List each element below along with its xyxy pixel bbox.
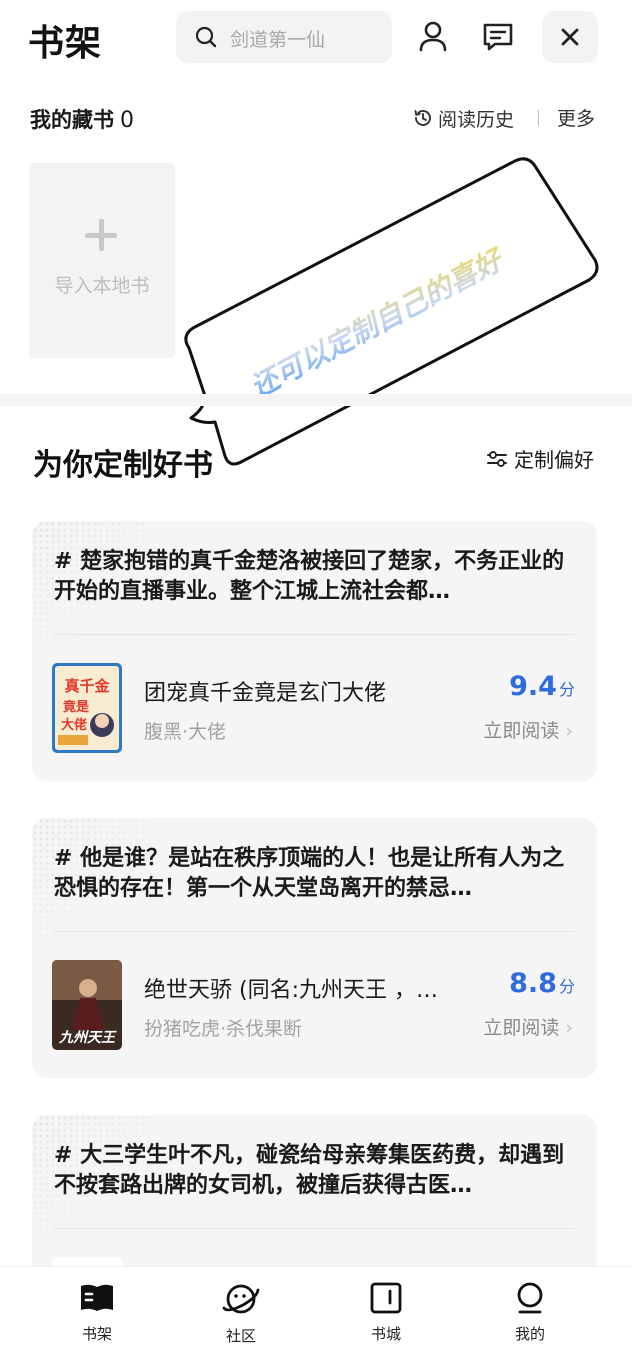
sliders-icon: [487, 450, 507, 467]
book-tags: 腹黑·大佬: [144, 721, 227, 743]
book-cover[interactable]: 真千金 竟是 大佬: [52, 663, 122, 753]
more-link[interactable]: 更多: [557, 104, 595, 131]
book-description: # 楚家抱错的真千金楚洛被接回了楚家，不务正业的开始的直播事业。整个江城上流社会…: [54, 549, 565, 604]
user-icon[interactable]: [415, 18, 451, 54]
profile-icon: [517, 1282, 543, 1314]
book-tags: 扮猪吃虎·杀伐果断: [144, 1018, 303, 1040]
score-value: 8.8: [509, 968, 557, 999]
tab-label: 我的: [514, 1325, 545, 1343]
read-now-button[interactable]: 立即阅读 ›: [483, 1013, 573, 1040]
chevron-right-icon: ›: [565, 720, 573, 742]
customize-preference-label: 定制偏好: [514, 448, 594, 472]
bottom-tab-bar: 书架 社区 书城 我的: [0, 1266, 632, 1350]
customize-preference-button[interactable]: 定制偏好: [486, 444, 594, 473]
reading-history-link[interactable]: 阅读历史: [412, 104, 514, 132]
page-title: 书架: [28, 23, 103, 64]
score-unit: 分: [558, 680, 575, 699]
read-now-label: 立即阅读: [483, 1017, 560, 1039]
divider: [538, 110, 539, 126]
cover-title-1: 真千金: [64, 677, 110, 695]
close-icon: [561, 28, 579, 46]
search-bar[interactable]: 剑道第一仙: [176, 11, 392, 63]
book-title: 绝世天骄 (同名:九州天王 ，…: [144, 978, 438, 1003]
my-books-title: 我的藏书 0: [30, 104, 134, 134]
book-score: 9.4 分: [509, 671, 575, 702]
read-now-label: 立即阅读: [483, 720, 560, 742]
book-description: # 他是谁？是站在秩序顶端的人！也是让所有人为之恐惧的存在！第一个从天堂岛离开的…: [54, 846, 565, 901]
tab-community[interactable]: 社区: [201, 1281, 281, 1346]
book-card[interactable]: # 他是谁？是站在秩序顶端的人！也是让所有人为之恐惧的存在！第一个从天堂岛离开的…: [32, 818, 597, 1078]
search-icon: [195, 26, 217, 48]
my-books-label: 我的藏书: [30, 108, 114, 132]
import-local-book-button[interactable]: 导入本地书: [29, 163, 175, 358]
tab-label: 书城: [370, 1325, 401, 1343]
tab-profile[interactable]: 我的: [490, 1281, 570, 1344]
section-divider: [0, 394, 632, 406]
plus-icon: [81, 215, 123, 257]
reading-history-label: 阅读历史: [438, 108, 515, 131]
read-now-button[interactable]: 立即阅读 ›: [483, 716, 573, 743]
card-divider: [54, 634, 575, 635]
recommend-title: 为你定制好书: [33, 448, 213, 483]
chevron-right-icon: ›: [565, 1017, 573, 1039]
search-placeholder: 剑道第一仙: [230, 29, 326, 51]
book-description: # 大三学生叶不凡，碰瓷给母亲筹集医药费，却遇到不按套路出牌的女司机，被撞后获得…: [54, 1143, 565, 1198]
close-button[interactable]: [542, 11, 598, 63]
planet-icon: [222, 1284, 260, 1314]
message-icon[interactable]: [480, 18, 516, 54]
import-local-book-label: 导入本地书: [54, 275, 150, 297]
card-divider: [54, 1228, 575, 1229]
cover-title: 九州天王: [58, 1030, 117, 1046]
cover-title-2: 竟是: [62, 699, 90, 715]
tab-label: 社区: [225, 1327, 256, 1345]
tab-label: 书架: [81, 1325, 112, 1343]
clock-icon: [414, 110, 431, 126]
tab-bookshelf[interactable]: 书架: [57, 1281, 137, 1344]
card-divider: [54, 931, 575, 932]
book-cover[interactable]: 九州天王: [52, 960, 122, 1050]
bookstore-icon: [370, 1282, 402, 1314]
customize-tip-bubble: 还可以定制自己的喜好: [184, 157, 599, 466]
cover-title-3: 大佬: [61, 717, 87, 733]
my-books-count: 0: [120, 108, 134, 133]
tab-bookstore[interactable]: 书城: [346, 1281, 426, 1344]
score-value: 9.4: [509, 671, 557, 702]
book-title: 团宠真千金竟是玄门大佬: [144, 681, 387, 706]
bookshelf-icon: [81, 1284, 113, 1311]
score-unit: 分: [558, 977, 575, 996]
book-card[interactable]: # 楚家抱错的真千金楚洛被接回了楚家，不务正业的开始的直播事业。整个江城上流社会…: [32, 521, 597, 781]
top-header: 书架 剑道第一仙: [0, 0, 632, 76]
book-score: 8.8 分: [509, 968, 575, 999]
